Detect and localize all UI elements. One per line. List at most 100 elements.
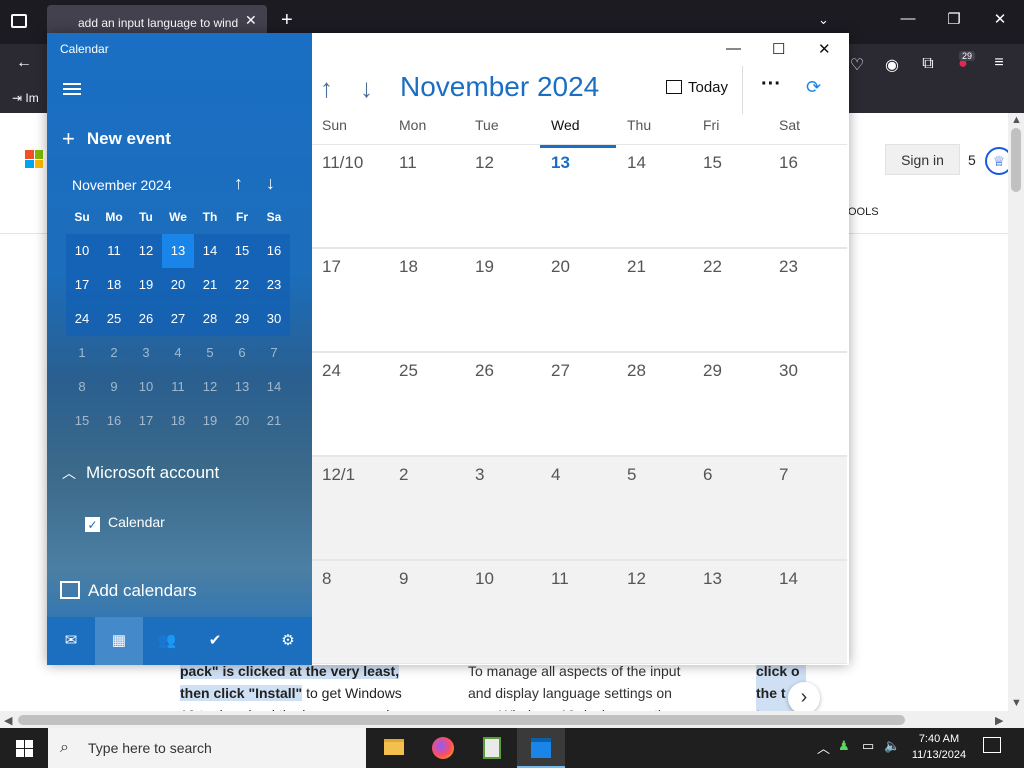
mini-day[interactable]: 12 <box>130 234 162 268</box>
mini-day[interactable]: 26 <box>130 302 162 336</box>
mini-day[interactable]: 16 <box>98 404 130 438</box>
mini-day[interactable]: 23 <box>258 268 290 302</box>
mini-day[interactable]: 6 <box>226 336 258 370</box>
file-explorer-icon[interactable] <box>370 728 418 768</box>
chevron-up-icon[interactable]: ︿ <box>817 738 830 757</box>
horizontal-scroll-thumb[interactable] <box>18 715 905 725</box>
mini-day[interactable]: 15 <box>66 404 98 438</box>
close-browser-button[interactable]: ✕ <box>990 10 1010 28</box>
mini-day[interactable]: 25 <box>98 302 130 336</box>
clock[interactable]: 7:40 AM 11/13/2024 <box>908 731 970 763</box>
paint-icon[interactable] <box>468 728 516 768</box>
mini-day[interactable]: 4 <box>162 336 194 370</box>
mini-day[interactable]: 5 <box>194 336 226 370</box>
vertical-scroll-thumb[interactable] <box>1011 128 1021 192</box>
tools-nav-link[interactable]: OOLS <box>848 206 879 218</box>
settings-gear-icon[interactable]: ⚙ <box>264 617 312 665</box>
mini-day[interactable]: 28 <box>194 302 226 336</box>
people-tray-icon[interactable]: ♟ <box>838 738 850 754</box>
mini-day[interactable]: 19 <box>194 404 226 438</box>
mini-day[interactable]: 9 <box>98 370 130 404</box>
mini-day[interactable]: 20 <box>226 404 258 438</box>
mini-day[interactable]: 2 <box>98 336 130 370</box>
vertical-scrollbar[interactable] <box>1008 113 1024 711</box>
scroll-down-icon[interactable]: ▼ <box>1011 697 1022 709</box>
calendar-checkbox[interactable]: ✓ Calendar <box>85 514 165 532</box>
mini-day[interactable]: 14 <box>194 234 226 268</box>
mini-day[interactable]: 3 <box>130 336 162 370</box>
mini-day[interactable]: 21 <box>258 404 290 438</box>
mini-day-today[interactable]: 13 <box>162 234 194 268</box>
account-icon[interactable]: ◉ <box>881 55 903 75</box>
maximize-button[interactable]: ☐ <box>772 40 785 58</box>
week-row[interactable]: 8 9 10 11 12 13 14 <box>312 560 847 664</box>
minimize-browser-button[interactable]: — <box>898 10 918 27</box>
todo-icon[interactable]: ✔ <box>191 617 239 665</box>
mini-day[interactable]: 7 <box>258 336 290 370</box>
volume-icon[interactable]: 🔈 <box>884 738 900 754</box>
start-button[interactable] <box>0 728 48 768</box>
pocket-icon[interactable]: ♡ <box>846 55 868 75</box>
month-title[interactable]: November 2024 <box>400 71 599 103</box>
week-row[interactable]: 17 18 19 20 21 22 23 <box>312 248 847 352</box>
back-icon[interactable]: ← <box>13 54 35 72</box>
chevron-down-icon[interactable]: ⌄ <box>818 12 829 28</box>
close-button[interactable]: ✕ <box>818 40 831 58</box>
mini-day[interactable]: 14 <box>258 370 290 404</box>
microsoft-logo-icon[interactable] <box>25 150 43 168</box>
taskbar-search-box[interactable]: ⌕ Type here to search <box>48 728 366 768</box>
network-icon[interactable]: ▭ <box>862 738 874 754</box>
mini-day[interactable]: 13 <box>226 370 258 404</box>
new-tab-button[interactable]: + <box>281 10 293 30</box>
mini-day[interactable]: 17 <box>130 404 162 438</box>
scroll-right-icon[interactable]: ▶ <box>995 714 1003 727</box>
mini-day[interactable]: 1 <box>66 336 98 370</box>
week-row[interactable]: 12/1 2 3 4 5 6 7 <box>312 456 847 560</box>
mini-day[interactable]: 27 <box>162 302 194 336</box>
close-tab-icon[interactable]: ✕ <box>245 12 257 29</box>
mini-day[interactable]: 18 <box>162 404 194 438</box>
week-row[interactable]: 24 25 26 27 28 29 30 <box>312 352 847 456</box>
mini-day[interactable]: 21 <box>194 268 226 302</box>
mini-day[interactable]: 15 <box>226 234 258 268</box>
people-icon[interactable]: 👥 <box>143 617 191 665</box>
scroll-left-icon[interactable]: ◀ <box>4 714 12 727</box>
mini-prev-month-icon[interactable]: ↑ <box>234 173 243 194</box>
menu-icon[interactable]: ≡ <box>988 54 1010 72</box>
scroll-up-icon[interactable]: ▲ <box>1011 114 1022 126</box>
mini-day[interactable]: 18 <box>98 268 130 302</box>
mini-day[interactable]: 17 <box>66 268 98 302</box>
mini-day[interactable]: 10 <box>130 370 162 404</box>
today-button[interactable]: Today <box>666 79 728 96</box>
mini-day[interactable]: 8 <box>66 370 98 404</box>
mini-day[interactable]: 30 <box>258 302 290 336</box>
extensions-icon[interactable]: ⧉ <box>917 55 939 73</box>
hamburger-menu-icon[interactable] <box>63 83 81 95</box>
firefox-icon[interactable] <box>419 728 467 768</box>
more-options-icon[interactable]: ··· <box>761 73 781 96</box>
new-event-button[interactable]: + New event <box>62 126 171 152</box>
microsoft-account-toggle[interactable]: ︿ Microsoft account <box>62 463 219 483</box>
week-row[interactable]: 11/10 11 12 13 14 15 16 <box>312 144 847 248</box>
mini-day[interactable]: 11 <box>162 370 194 404</box>
restore-browser-button[interactable]: ❐ <box>944 10 964 28</box>
mini-day[interactable]: 19 <box>130 268 162 302</box>
calendar-icon[interactable]: ▦ <box>95 617 143 665</box>
mini-day[interactable]: 24 <box>66 302 98 336</box>
mini-day[interactable]: 10 <box>66 234 98 268</box>
mini-day[interactable]: 29 <box>226 302 258 336</box>
mini-day[interactable]: 11 <box>98 234 130 268</box>
import-bookmarks[interactable]: ⇥ Im <box>12 91 39 105</box>
mini-day[interactable]: 12 <box>194 370 226 404</box>
tab-list-icon[interactable] <box>11 14 27 28</box>
sign-in-button[interactable]: Sign in <box>885 144 960 175</box>
carousel-next-button[interactable]: › <box>788 682 820 714</box>
mini-day[interactable]: 20 <box>162 268 194 302</box>
mini-day[interactable]: 16 <box>258 234 290 268</box>
mini-calendar-month[interactable]: November 2024 <box>72 177 172 193</box>
minimize-button[interactable]: — <box>726 40 741 57</box>
add-calendars-button[interactable]: Add calendars <box>60 581 197 601</box>
previous-month-icon[interactable]: ↑ <box>320 73 333 104</box>
mini-next-month-icon[interactable]: ↓ <box>266 173 275 194</box>
calendar-taskbar-icon[interactable] <box>517 728 565 768</box>
